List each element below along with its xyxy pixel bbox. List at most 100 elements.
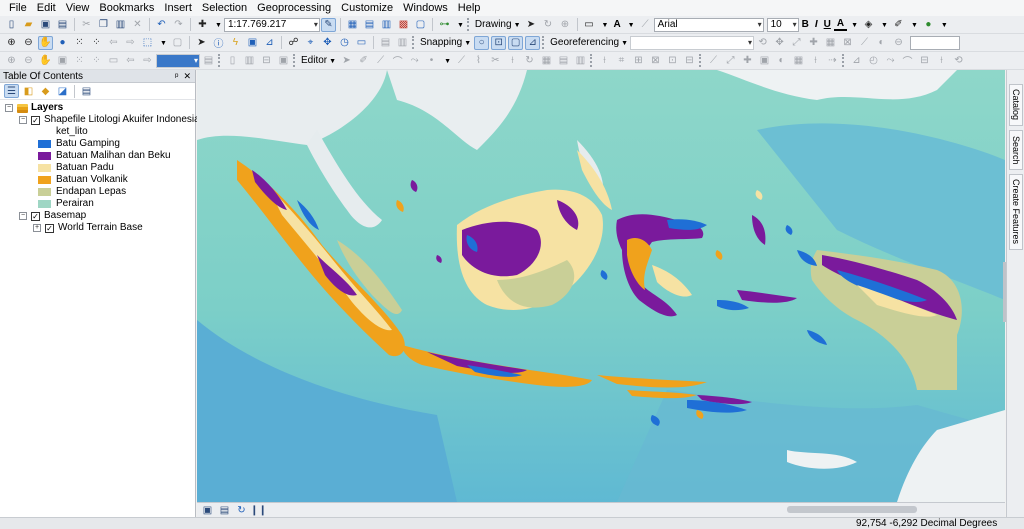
- add-data-icon[interactable]: ✚: [195, 18, 210, 32]
- pin-icon[interactable]: ᵖ: [175, 70, 178, 82]
- topology-icon[interactable]: ⟊: [597, 54, 612, 68]
- rotate-raster-icon[interactable]: ⟲: [755, 36, 770, 50]
- menu-view[interactable]: View: [61, 0, 95, 16]
- scrollbar-thumb[interactable]: [787, 506, 917, 513]
- trace-icon[interactable]: ⤳: [407, 54, 422, 68]
- menu-geoprocessing[interactable]: Geoprocessing: [252, 0, 336, 16]
- toolbar-grip[interactable]: [466, 18, 470, 31]
- layer-visibility-checkbox[interactable]: ✓: [45, 223, 54, 233]
- layout-full-page-icon[interactable]: ▣: [55, 54, 70, 68]
- redo-icon[interactable]: ↷: [171, 18, 186, 32]
- line-color-dropdown[interactable]: ▼: [907, 19, 920, 30]
- layout-100-icon[interactable]: ▭: [106, 54, 121, 68]
- layout-zoom-in-icon[interactable]: ⊕: [4, 54, 19, 68]
- select-elements-icon[interactable]: ➤: [194, 36, 209, 50]
- shared-edges-icon[interactable]: ⊞: [631, 54, 646, 68]
- traverse-icon[interactable]: ⤳: [883, 54, 898, 68]
- edge-match-icon[interactable]: ⟊: [808, 54, 823, 68]
- bold-button[interactable]: B: [799, 19, 812, 30]
- toc-options-icon[interactable]: ▤: [79, 84, 94, 98]
- html-popup-icon[interactable]: ▣: [245, 36, 260, 50]
- edit-tool-icon[interactable]: ➤: [339, 54, 354, 68]
- edge-snapping-icon[interactable]: ⊿: [525, 35, 541, 50]
- turn-icon[interactable]: ⟲: [951, 54, 966, 68]
- line-color-icon[interactable]: ✐: [891, 18, 906, 32]
- rectangle-dropdown[interactable]: ▼: [598, 19, 611, 30]
- goto-xy-icon[interactable]: ✥: [320, 36, 335, 50]
- tree-basemap-layer[interactable]: − ✓ Basemap: [19, 210, 86, 222]
- layout-back-icon[interactable]: ⇦: [123, 54, 138, 68]
- rotate-icon[interactable]: ↻: [541, 18, 556, 32]
- layout-page-icon[interactable]: ▯: [225, 54, 240, 68]
- drawing-menu[interactable]: Drawing ▼: [473, 19, 523, 30]
- table-window-icon[interactable]: ▦: [345, 18, 360, 32]
- refresh-icon[interactable]: ↻: [234, 503, 249, 517]
- layer-visibility-checkbox[interactable]: ✓: [31, 211, 40, 221]
- python-window-icon[interactable]: ▢: [413, 18, 428, 32]
- reshape-icon[interactable]: ⌇: [471, 54, 486, 68]
- close-icon[interactable]: ✕: [183, 70, 191, 82]
- toolbar-grip[interactable]: [411, 36, 415, 49]
- point-icon[interactable]: •: [424, 54, 439, 68]
- add-data-dropdown[interactable]: ▼: [211, 19, 224, 30]
- end-point-arc-icon[interactable]: ⌒: [390, 54, 405, 68]
- menu-insert[interactable]: Insert: [159, 0, 197, 16]
- toolbar-grip[interactable]: [218, 54, 221, 67]
- layout-fixed-zoom-in-icon[interactable]: ⁙: [72, 54, 87, 68]
- new-identity-icon[interactable]: ✚: [740, 54, 755, 68]
- layout-zoom-out-icon[interactable]: ⊖: [21, 54, 36, 68]
- select-features-icon[interactable]: ⬚: [140, 36, 155, 50]
- topology-edit-icon[interactable]: ⌗: [614, 54, 629, 68]
- new-document-icon[interactable]: ▯: [4, 18, 19, 32]
- rotate-feature-icon[interactable]: ↻: [522, 54, 537, 68]
- underline-button[interactable]: U: [821, 19, 834, 30]
- font-color-button[interactable]: A: [833, 18, 848, 31]
- new-displacement-icon[interactable]: ⤢: [723, 54, 738, 68]
- catalog-window-icon[interactable]: ▥: [379, 18, 394, 32]
- vertex-snapping-icon[interactable]: ▢: [508, 35, 524, 50]
- shift-raster-icon[interactable]: ✥: [772, 36, 787, 50]
- search-tab[interactable]: Search: [1009, 130, 1023, 170]
- text-tool[interactable]: A: [610, 19, 623, 30]
- font-color-dropdown[interactable]: ▼: [847, 19, 860, 30]
- delete-icon[interactable]: ✕: [130, 18, 145, 32]
- cut-icon[interactable]: ✂: [79, 18, 94, 32]
- scale-combo[interactable]: 1:17.769.217 ▾: [223, 17, 320, 32]
- collapse-icon[interactable]: −: [19, 116, 27, 124]
- menu-windows[interactable]: Windows: [398, 0, 453, 16]
- copy-icon[interactable]: ❐: [96, 18, 111, 32]
- legend-item[interactable]: Perairan: [38, 198, 94, 210]
- editor-toolbar-icon[interactable]: ✎: [320, 17, 336, 32]
- collapse-icon[interactable]: −: [19, 212, 27, 220]
- hyperlink-icon[interactable]: ϟ: [228, 36, 243, 50]
- link-icon[interactable]: ⟋: [857, 36, 872, 50]
- layout-options-icon[interactable]: ▥: [395, 36, 410, 50]
- fixed-zoom-out-icon[interactable]: ⁘: [89, 36, 104, 50]
- point-snapping-icon[interactable]: ○: [474, 35, 490, 50]
- attributes-icon[interactable]: ▦: [539, 54, 554, 68]
- construction-dropdown[interactable]: ▼: [440, 55, 453, 66]
- change-layout-icon[interactable]: ▥: [242, 54, 257, 68]
- adjust-preview-icon[interactable]: ◐: [774, 54, 789, 68]
- menu-bookmarks[interactable]: Bookmarks: [94, 0, 159, 16]
- editor-menu[interactable]: Editor ▼: [299, 55, 338, 66]
- print-icon[interactable]: ▤: [55, 18, 70, 32]
- edit-annotation-icon[interactable]: ✐: [356, 54, 371, 68]
- toggle-draft-icon[interactable]: ▤: [201, 54, 216, 68]
- open-folder-icon[interactable]: ▰: [21, 18, 36, 32]
- text-dropdown[interactable]: ▼: [624, 19, 637, 30]
- data-view-icon[interactable]: ▣: [200, 503, 215, 517]
- menu-customize[interactable]: Customize: [336, 0, 398, 16]
- limited-adjust-icon[interactable]: ▣: [757, 54, 772, 68]
- arctoolbox-icon[interactable]: ▩: [396, 18, 411, 32]
- snapping-menu[interactable]: Snapping ▼: [418, 37, 473, 48]
- model-builder-icon[interactable]: ⊶: [437, 18, 452, 32]
- scale-raster-icon[interactable]: ⤢: [789, 36, 804, 50]
- tree-layers[interactable]: − Layers: [5, 102, 63, 114]
- focus-data-frame-icon[interactable]: ▣: [276, 54, 291, 68]
- go-back-icon[interactable]: ⇦: [106, 36, 121, 50]
- layout-zoom-combo[interactable]: ▾: [156, 53, 200, 68]
- transparency-input[interactable]: [910, 35, 961, 50]
- map-canvas[interactable]: [197, 70, 1005, 502]
- layout-pan-icon[interactable]: ✋: [38, 54, 53, 68]
